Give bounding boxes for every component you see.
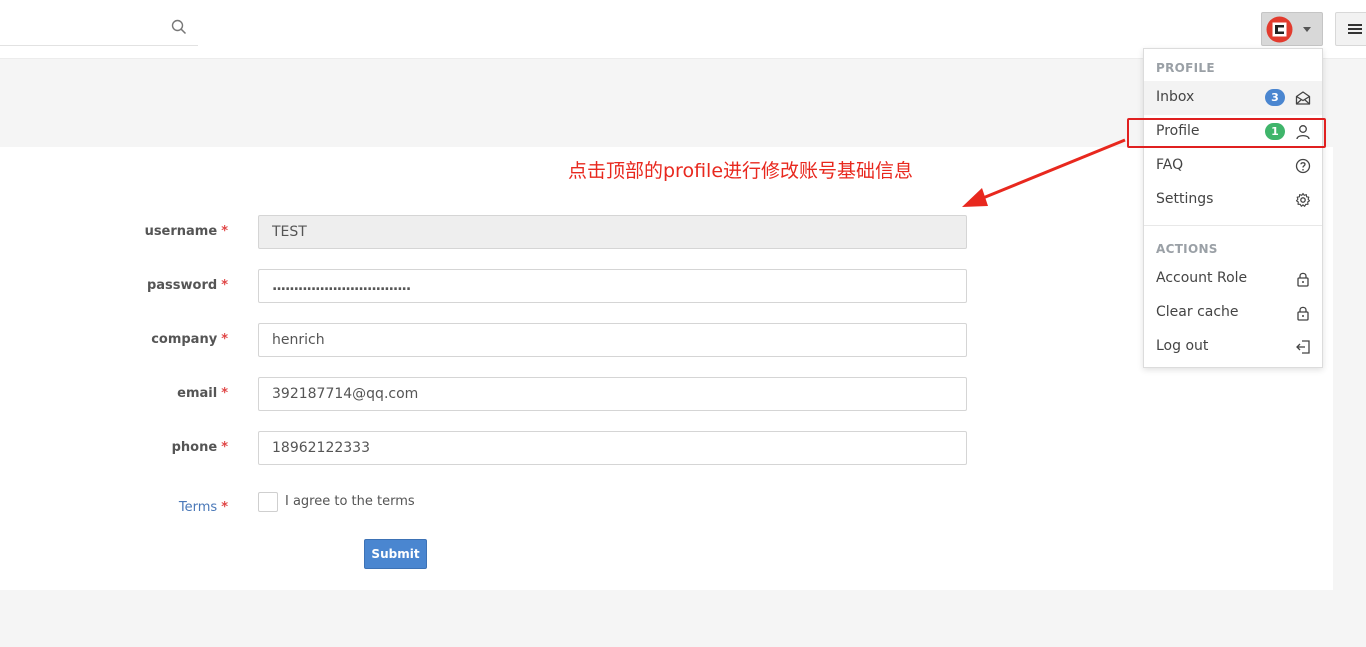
profile-section-header: PROFILE xyxy=(1156,61,1215,75)
email-field[interactable] xyxy=(258,377,967,411)
phone-label: phone * xyxy=(171,440,228,455)
password-label: password * xyxy=(146,278,228,293)
faq-label: FAQ xyxy=(1156,157,1184,173)
email-label: email * xyxy=(177,386,228,401)
company-field[interactable] xyxy=(258,323,967,357)
dropdown-item-account-role[interactable]: Account Role xyxy=(1144,262,1322,296)
actions-section-header: ACTIONS xyxy=(1156,242,1218,256)
clear-cache-label: Clear cache xyxy=(1156,304,1239,320)
menu-toggle-button[interactable] xyxy=(1335,12,1366,46)
terms-label[interactable]: Terms * xyxy=(0,500,228,515)
log-out-label: Log out xyxy=(1156,338,1209,354)
search-box xyxy=(0,8,198,46)
phone-field[interactable] xyxy=(258,431,967,465)
inbox-label: Inbox xyxy=(1156,89,1195,105)
user-dropdown-menu: PROFILE Inbox 3 Profile 1 FAQ Settings A… xyxy=(1143,48,1323,368)
lock-icon xyxy=(1297,306,1309,321)
terms-checkbox[interactable] xyxy=(258,492,278,512)
dropdown-item-settings[interactable]: Settings xyxy=(1144,183,1322,217)
profile-highlight-box xyxy=(1127,118,1326,148)
username-label: username * xyxy=(144,224,228,239)
submit-button[interactable]: Submit xyxy=(364,539,427,569)
search-input[interactable] xyxy=(0,8,160,45)
logout-icon xyxy=(1296,340,1310,354)
annotation-text: 点击顶部的profile进行修改账号基础信息 xyxy=(568,160,914,182)
dropdown-item-inbox[interactable]: Inbox 3 xyxy=(1144,81,1322,115)
envelope-open-icon xyxy=(1295,91,1311,105)
company-label: company * xyxy=(151,332,228,347)
username-field[interactable] xyxy=(258,215,967,249)
search-icon[interactable] xyxy=(171,19,187,35)
dropdown-item-clear-cache[interactable]: Clear cache xyxy=(1144,296,1322,330)
settings-label: Settings xyxy=(1156,191,1214,207)
lock-icon xyxy=(1297,272,1309,287)
terms-text: I agree to the terms xyxy=(285,494,415,509)
annotation-arrow xyxy=(962,138,1126,207)
question-circle-icon xyxy=(1295,158,1311,174)
gear-icon xyxy=(1295,192,1311,207)
password-field[interactable] xyxy=(258,269,967,303)
dropdown-divider xyxy=(1144,225,1322,226)
dropdown-item-log-out[interactable]: Log out xyxy=(1144,330,1322,364)
hamburger-icon xyxy=(1348,24,1362,34)
content-panel xyxy=(0,147,1333,590)
inbox-count-badge: 3 xyxy=(1265,89,1285,106)
user-menu-button[interactable] xyxy=(1261,12,1323,46)
caret-down-icon xyxy=(1303,27,1311,32)
dropdown-item-faq[interactable]: FAQ xyxy=(1144,149,1322,183)
account-role-label: Account Role xyxy=(1156,270,1248,286)
avatar xyxy=(1266,16,1293,43)
